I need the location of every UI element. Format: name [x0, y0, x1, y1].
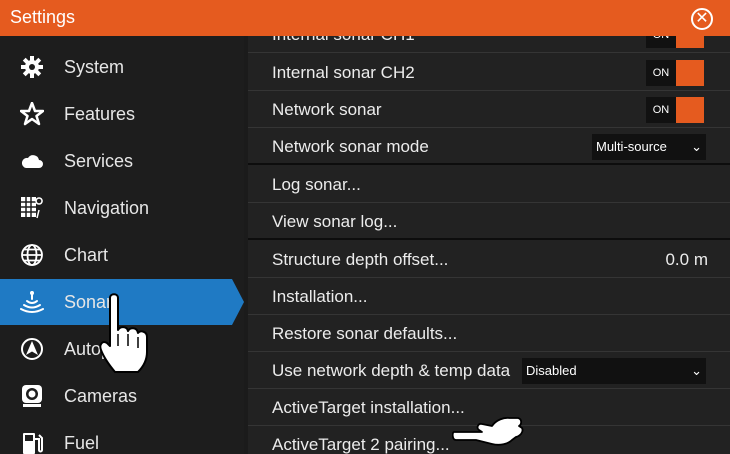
settings-row-installation[interactable]: Installation...	[248, 278, 730, 315]
row-label: Use network depth & temp data	[272, 361, 511, 380]
star-icon	[20, 102, 44, 126]
chevron-down-icon: ⌄	[691, 139, 702, 154]
settings-row-log-sonar[interactable]: Log sonar...	[248, 166, 730, 203]
sonar-icon	[20, 291, 44, 313]
row-label: Network sonar mode	[272, 137, 429, 156]
globe-icon	[21, 244, 43, 266]
sidebar-item-fuel[interactable]: Fuel	[0, 420, 244, 454]
sidebar-item-chart[interactable]: Chart	[0, 232, 244, 278]
toggle-state: ON	[646, 97, 676, 123]
sidebar-item-navigation[interactable]: Navigation	[0, 185, 244, 231]
dropdown-value: Disabled	[526, 363, 577, 378]
sidebar-item-services[interactable]: Services	[0, 138, 244, 184]
toggle-state: ON	[646, 60, 676, 86]
toggle-knob	[676, 97, 704, 123]
row-label: ActiveTarget installation...	[272, 398, 465, 417]
settings-window: Settings ✕ System Features Services Navi…	[0, 0, 730, 454]
row-label: Internal sonar CH1	[272, 36, 415, 45]
autopilot-icon	[21, 338, 43, 360]
settings-row-view-sonar-log[interactable]: View sonar log...	[248, 203, 730, 240]
toggle-switch[interactable]: ON	[646, 60, 704, 86]
sidebar-item-label: Cameras	[64, 386, 138, 406]
pointing-hand-icon	[452, 416, 524, 446]
row-label: Network sonar	[272, 100, 382, 119]
row-label: Structure depth offset...	[272, 250, 449, 269]
sidebar-item-system[interactable]: System	[0, 44, 244, 90]
row-label: Internal sonar CH2	[272, 63, 415, 82]
settings-row-structure-depth-offset[interactable]: Structure depth offset... 0.0 m	[248, 241, 730, 278]
network-depth-temp-dropdown[interactable]: Disabled ⌄	[522, 358, 706, 384]
network-sonar-mode-dropdown[interactable]: Multi-source ⌄	[592, 134, 706, 160]
settings-row-network-sonar[interactable]: Network sonar ON	[248, 91, 730, 128]
row-label: Log sonar...	[272, 175, 361, 194]
depth-offset-value: 0.0 m	[665, 250, 708, 269]
row-label: Restore sonar defaults...	[272, 324, 458, 343]
gear-icon	[21, 56, 43, 78]
toggle-switch[interactable]: ON	[646, 36, 704, 48]
title-bar: Settings ✕	[0, 0, 730, 36]
dropdown-value: Multi-source	[596, 139, 667, 154]
sidebar-item-label: Features	[64, 104, 136, 124]
sidebar-item-label: Navigation	[64, 198, 150, 218]
sidebar-item-label: Services	[64, 151, 134, 171]
pointing-hand-icon	[99, 293, 148, 373]
toggle-state: ON	[646, 36, 676, 48]
settings-row-network-depth-temp[interactable]: Use network depth & temp data Disabled ⌄	[248, 352, 730, 389]
settings-row-network-sonar-mode[interactable]: Network sonar mode Multi-source ⌄	[248, 128, 730, 165]
cloud-icon	[21, 155, 43, 168]
window-title: Settings	[10, 7, 76, 27]
navigation-icon	[21, 197, 43, 219]
row-label: Installation...	[272, 287, 368, 306]
sidebar-item-label: Fuel	[64, 433, 100, 453]
toggle-knob	[676, 60, 704, 86]
sidebar-item-label: System	[64, 57, 125, 77]
sonar-settings-list: Internal sonar CH1 ON Internal sonar CH2…	[248, 36, 730, 454]
fuel-icon	[23, 433, 43, 454]
sidebar-item-label: Chart	[64, 245, 109, 265]
close-icon[interactable]: ✕	[691, 8, 713, 30]
sidebar: System Features Services Navigation Char…	[0, 36, 244, 454]
camera-icon	[22, 385, 42, 407]
toggle-knob	[676, 36, 704, 48]
chevron-down-icon: ⌄	[691, 363, 702, 378]
toggle-switch[interactable]: ON	[646, 97, 704, 123]
settings-row-internal-sonar-ch1[interactable]: Internal sonar CH1 ON	[248, 36, 730, 53]
row-label: ActiveTarget 2 pairing...	[272, 435, 450, 454]
sidebar-item-features[interactable]: Features	[0, 91, 244, 137]
settings-row-restore-sonar-defaults[interactable]: Restore sonar defaults...	[248, 315, 730, 352]
row-label: View sonar log...	[272, 212, 398, 231]
settings-row-internal-sonar-ch2[interactable]: Internal sonar CH2 ON	[248, 54, 730, 91]
